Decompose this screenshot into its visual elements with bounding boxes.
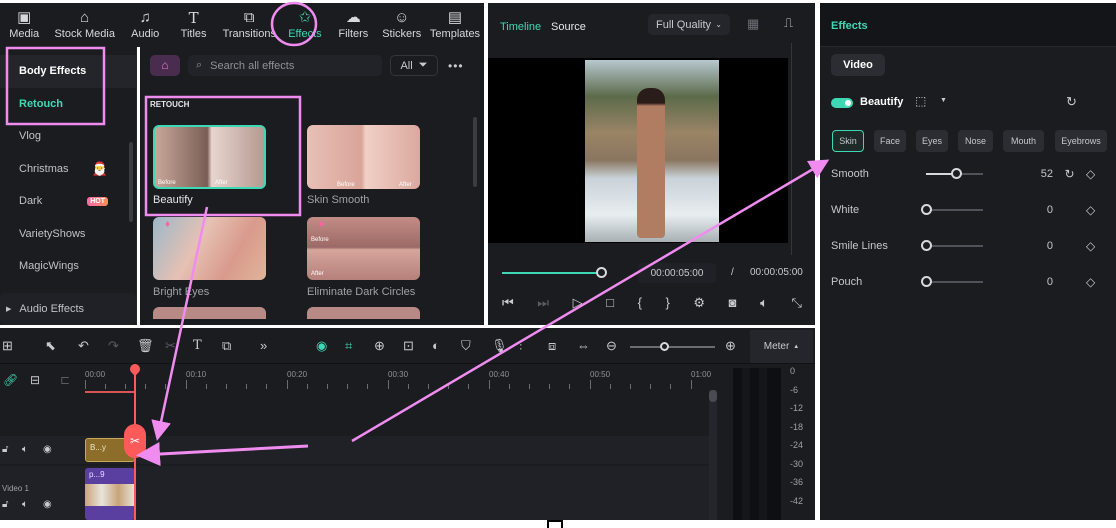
- annotation-box-beautify: [144, 95, 302, 217]
- annotation-arrow: [151, 206, 209, 441]
- annotation-arrow: [351, 159, 830, 443]
- annotation-arrow: [136, 442, 309, 467]
- annotation-overlay: [5, 1, 830, 467]
- annotation-circle-effects: [270, 1, 318, 47]
- annotation-box-categories: [5, 46, 106, 126]
